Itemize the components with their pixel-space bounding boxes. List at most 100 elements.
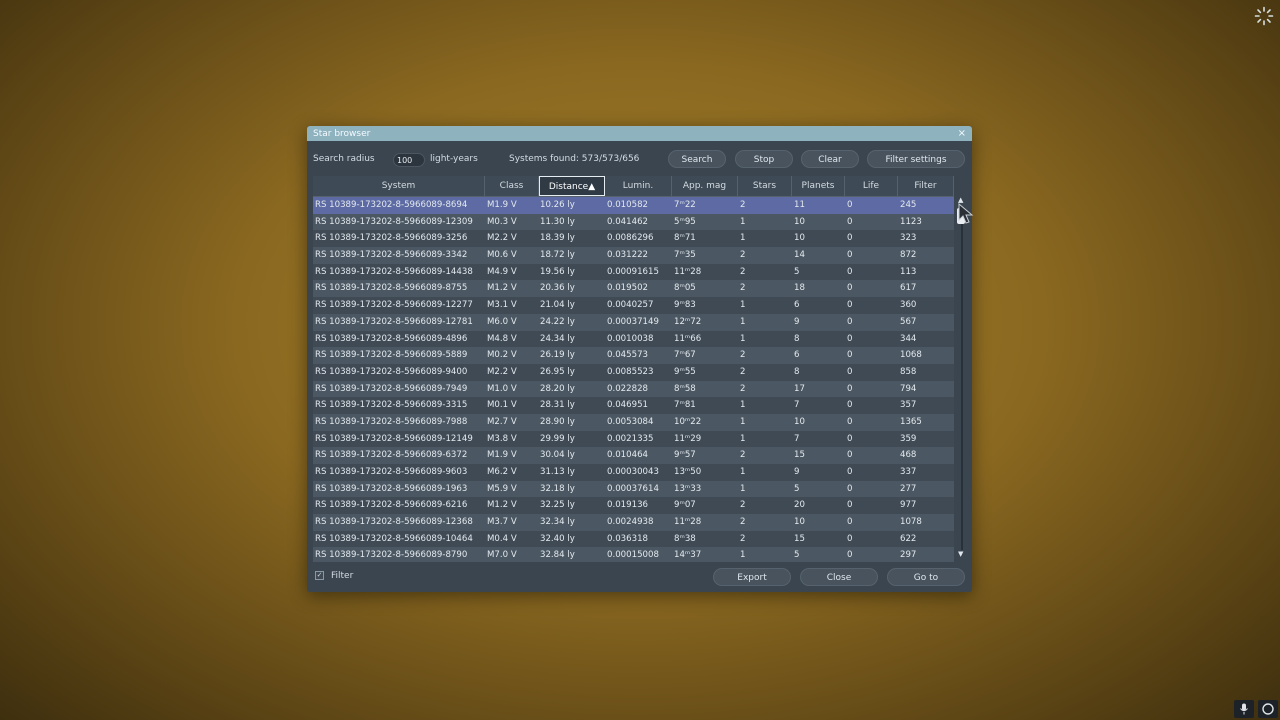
table-row[interactable]: RS 10389-173202-8-5966089-12149 M3.8 V 29.…: [313, 430, 954, 448]
cell-life: 0: [847, 433, 853, 444]
cell-planets: 18: [794, 283, 805, 294]
goto-button[interactable]: Go to: [887, 568, 965, 586]
table-row[interactable]: RS 10389-173202-8-5966089-9603 M6.2 V 31.1…: [313, 464, 954, 481]
microphone-icon[interactable]: [1234, 700, 1254, 718]
table-row[interactable]: RS 10389-173202-8-5966089-5889 M0.2 V 26.1…: [313, 347, 954, 364]
table-row[interactable]: RS 10389-173202-8-5966089-12368 M3.7 V 32.…: [313, 514, 954, 531]
cell-appmag: 9ᵐ07: [674, 500, 696, 511]
cell-lumin: 0.010582: [607, 200, 649, 210]
table-row[interactable]: RS 10389-173202-8-5966089-8755 M1.2 V 20.3…: [313, 280, 954, 298]
cell-lumin: 0.0086296: [607, 233, 654, 244]
column-header-appmag[interactable]: App. mag: [672, 176, 738, 196]
table-row[interactable]: RS 10389-173202-8-5966089-9400 M2.2 V 26.9…: [313, 363, 954, 381]
table-row[interactable]: RS 10389-173202-8-5966089-7988 M2.7 V 28.9…: [313, 413, 954, 431]
cell-class: M0.1 V: [487, 400, 517, 411]
cell-class: M1.9 V: [487, 200, 517, 210]
table-row[interactable]: RS 10389-173202-8-5966089-8790 M7.0 V 32.8…: [313, 547, 954, 562]
table-row[interactable]: RS 10389-173202-8-5966089-8694 M1.9 V 10.2…: [313, 197, 954, 214]
search-radius-label: Search radius: [313, 154, 375, 164]
cell-appmag: 11ᵐ28: [674, 517, 702, 528]
stop-button[interactable]: Stop: [735, 150, 793, 168]
cell-filter: 977: [900, 500, 917, 511]
table-row[interactable]: RS 10389-173202-8-5966089-3315 M0.1 V 28.3…: [313, 397, 954, 414]
cell-lumin: 0.022828: [607, 383, 649, 394]
cell-distance: 32.40 ly: [540, 533, 575, 544]
cell-appmag: 7ᵐ67: [674, 350, 696, 361]
close-button[interactable]: Close: [800, 568, 878, 586]
cell-life: 0: [847, 350, 853, 361]
cell-stars: 2: [740, 200, 746, 210]
table-row[interactable]: RS 10389-173202-8-5966089-12277 M3.1 V 21.…: [313, 297, 954, 314]
column-header-filter[interactable]: Filter: [898, 176, 954, 196]
cell-planets: 5: [794, 483, 800, 494]
cell-class: M3.7 V: [487, 517, 517, 528]
column-header-distance[interactable]: Distance▲: [539, 176, 605, 196]
vertical-scrollbar[interactable]: ▲ ▼: [957, 196, 967, 560]
cell-class: M1.9 V: [487, 450, 517, 461]
cell-class: M0.2 V: [487, 350, 517, 361]
cell-lumin: 0.0010038: [607, 333, 654, 344]
cell-distance: 28.31 ly: [540, 400, 575, 411]
cell-filter: 297: [900, 550, 917, 561]
cell-class: M7.0 V: [487, 550, 517, 561]
cell-lumin: 0.00030043: [607, 467, 659, 477]
cell-stars: 2: [740, 250, 746, 261]
cell-appmag: 8ᵐ71: [674, 233, 696, 244]
cell-filter: 360: [900, 300, 917, 311]
cell-planets: 14: [794, 250, 805, 261]
cell-system: RS 10389-173202-8-5966089-8694: [315, 200, 468, 210]
cell-lumin: 0.041462: [607, 216, 649, 227]
cell-stars: 2: [740, 283, 746, 294]
loading-spinner-icon: [1254, 6, 1274, 26]
filter-settings-button[interactable]: Filter settings: [867, 150, 965, 168]
column-header-stars[interactable]: Stars: [738, 176, 792, 196]
cell-class: M2.2 V: [487, 366, 517, 377]
cell-class: M5.9 V: [487, 483, 517, 494]
table-row[interactable]: RS 10389-173202-8-5966089-12309 M0.3 V 11.…: [313, 213, 954, 231]
cell-distance: 21.04 ly: [540, 300, 575, 311]
cell-stars: 2: [740, 350, 746, 361]
window-titlebar[interactable]: Star browser ×: [307, 126, 972, 141]
column-header-planets[interactable]: Planets: [792, 176, 845, 196]
scroll-track[interactable]: [961, 208, 963, 550]
column-header-life[interactable]: Life: [845, 176, 898, 196]
column-header-lumin[interactable]: Lumin.: [605, 176, 672, 196]
close-icon[interactable]: ×: [958, 128, 966, 139]
cell-class: M1.2 V: [487, 500, 517, 511]
scroll-down-icon[interactable]: ▼: [958, 550, 963, 558]
table-row[interactable]: RS 10389-173202-8-5966089-3256 M2.2 V 18.3…: [313, 230, 954, 248]
cell-lumin: 0.00037614: [607, 483, 659, 494]
search-button[interactable]: Search: [668, 150, 726, 168]
cell-distance: 18.39 ly: [540, 233, 575, 244]
table-row[interactable]: RS 10389-173202-8-5966089-7949 M1.0 V 28.2…: [313, 380, 954, 398]
table-row[interactable]: RS 10389-173202-8-5966089-6216 M1.2 V 32.2…: [313, 497, 954, 515]
cell-distance: 29.99 ly: [540, 433, 575, 444]
cell-life: 0: [847, 400, 853, 411]
column-header-system[interactable]: System: [313, 176, 485, 196]
table-row[interactable]: RS 10389-173202-8-5966089-12781 M6.0 V 24.…: [313, 313, 954, 331]
cell-planets: 9: [794, 316, 800, 327]
cell-planets: 10: [794, 233, 805, 244]
export-button[interactable]: Export: [713, 568, 791, 586]
cell-stars: 1: [740, 433, 746, 444]
column-header-class[interactable]: Class: [485, 176, 539, 196]
cell-appmag: 9ᵐ83: [674, 300, 696, 311]
table-row[interactable]: RS 10389-173202-8-5966089-10464 M0.4 V 32.…: [313, 530, 954, 548]
filter-checkbox[interactable]: ✓: [315, 571, 324, 580]
cell-stars: 1: [740, 216, 746, 227]
cell-lumin: 0.00015008: [607, 550, 659, 561]
clear-button[interactable]: Clear: [801, 150, 859, 168]
cell-system: RS 10389-173202-8-5966089-9603: [315, 467, 468, 477]
table-row[interactable]: RS 10389-173202-8-5966089-6372 M1.9 V 30.0…: [313, 447, 954, 464]
table-row[interactable]: RS 10389-173202-8-5966089-4896 M4.8 V 24.3…: [313, 330, 954, 348]
table-row[interactable]: RS 10389-173202-8-5966089-14438 M4.9 V 19.…: [313, 263, 954, 281]
table-row[interactable]: RS 10389-173202-8-5966089-1963 M5.9 V 32.1…: [313, 480, 954, 498]
cell-system: RS 10389-173202-8-5966089-10464: [315, 533, 473, 544]
search-radius-input[interactable]: 100: [393, 153, 425, 167]
cell-appmag: 10ᵐ22: [674, 416, 702, 427]
cell-appmag: 8ᵐ58: [674, 383, 696, 394]
table-row[interactable]: RS 10389-173202-8-5966089-3342 M0.6 V 18.7…: [313, 247, 954, 264]
cell-distance: 18.72 ly: [540, 250, 575, 261]
refresh-icon[interactable]: [1258, 700, 1278, 718]
cell-class: M6.0 V: [487, 316, 517, 327]
